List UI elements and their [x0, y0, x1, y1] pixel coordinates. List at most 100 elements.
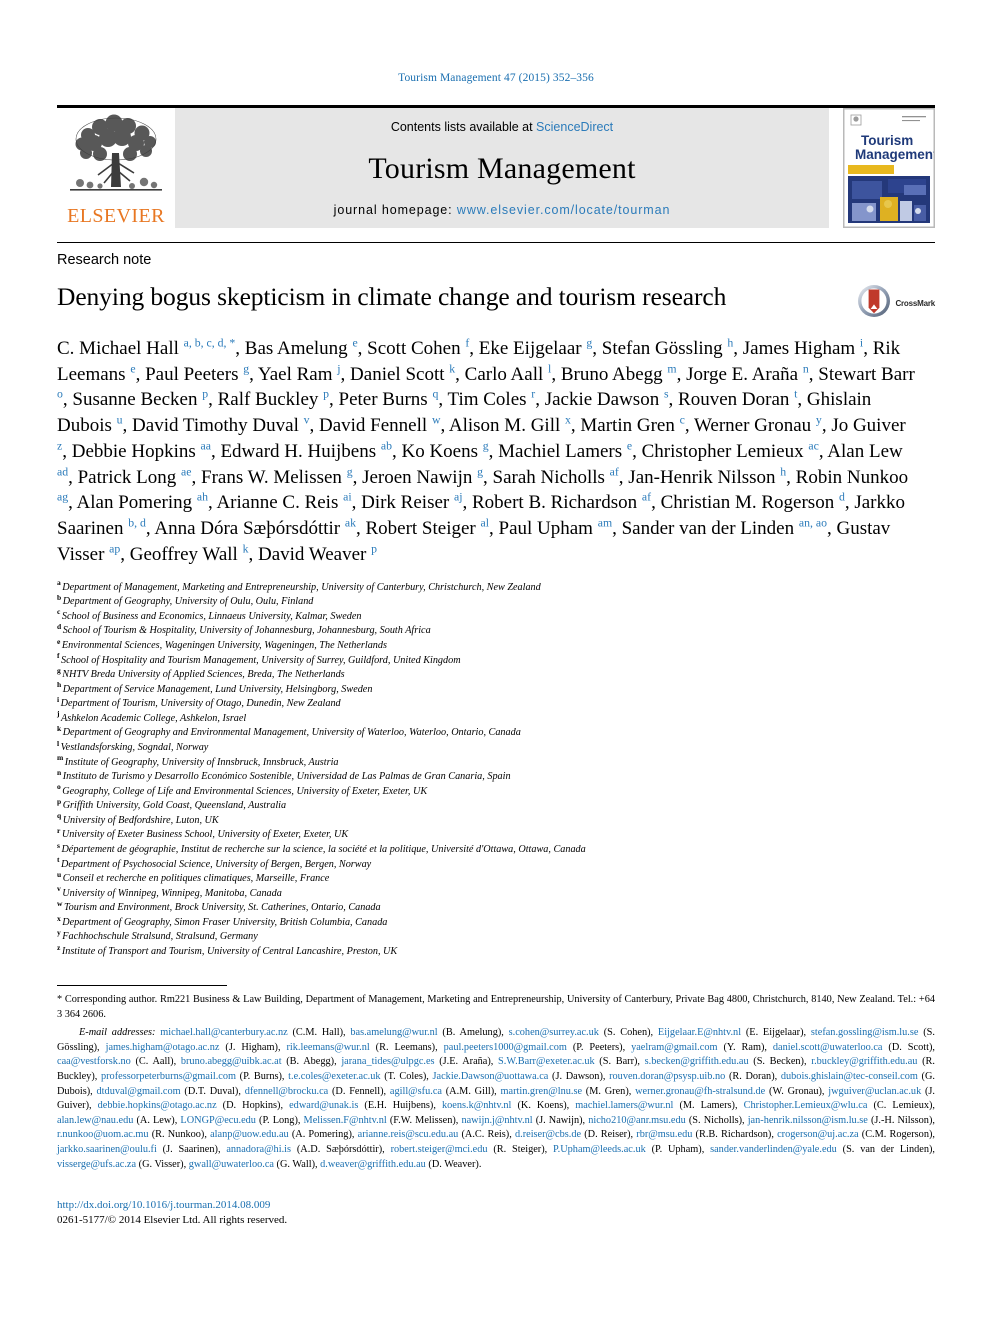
footnote-divider [57, 985, 227, 986]
affiliation-mark: m [57, 753, 64, 763]
affiliation-mark: l [57, 738, 60, 748]
svg-text:Management: Management [855, 147, 934, 162]
affiliation-item: g NHTV Breda University of Applied Scienc… [57, 665, 935, 683]
title-row: Denying bogus skepticism in climate chan… [57, 282, 935, 323]
affiliation-text: NHTV Breda University of Applied Science… [62, 669, 345, 681]
affiliation-text: Griffith University, Gold Coast, Queensl… [62, 800, 287, 812]
affiliation-text: School of Business and Economics, Linnae… [61, 610, 362, 622]
affiliation-item: j Ashkelon Academic College, Ashkelon, Is… [57, 709, 935, 727]
affiliation-list: a Department of Management, Marketing and… [57, 578, 935, 960]
journal-title: Tourism Management [368, 151, 636, 185]
affiliation-text: University of Bedfordshire, Luton, UK [62, 814, 219, 826]
affiliation-item: f School of Hospitality and Tourism Manag… [57, 652, 935, 669]
crossmark-label: CrossMark [895, 299, 935, 308]
footnote-block: * Corresponding author. Rm221 Business &… [57, 985, 935, 1228]
author-list: C. Michael Hall a, b, c, d, *, Bas Amelu… [57, 336, 915, 565]
affiliation-mark: z [57, 942, 61, 952]
affiliation-item: i Department of Tourism, University of Ot… [57, 694, 935, 712]
affiliation-item: b Department of Geography, University of … [57, 592, 935, 610]
affiliation-item: s Département de géographie, Institut de … [57, 840, 935, 858]
affiliation-text: Fachhochschule Stralsund, Stralsund, Ger… [62, 931, 258, 943]
affiliation-text: Tourism and Environment, Brock Universit… [63, 902, 381, 914]
affiliation-text: Environmental Sciences, Wageningen Unive… [61, 639, 387, 651]
affiliation-text: Geography, College of Life and Environme… [62, 785, 428, 797]
affiliation-item: q University of Bedfordshire, Luton, UK [57, 811, 935, 829]
affiliation-mark: i [57, 694, 60, 704]
page-title: Denying bogus skepticism in climate chan… [57, 282, 727, 311]
affiliation-text: Institute of Transport and Tourism, Univ… [61, 946, 398, 958]
homepage-prefix: journal homepage: [333, 203, 457, 217]
affiliation-item: v University of Winnipeg, Winnipeg, Manit… [57, 884, 935, 902]
affiliation-mark: n [57, 767, 62, 777]
affiliation-mark: k [57, 724, 62, 733]
elsevier-logo: ELSEVIER [57, 108, 175, 228]
article-type-label: Research note [57, 252, 152, 268]
affiliation-mark: u [57, 869, 62, 879]
affiliation-mark: a [57, 578, 61, 588]
affiliation-mark: j [57, 709, 60, 719]
affiliation-item: c School of Business and Economics, Linna… [57, 607, 935, 625]
journal-homepage-link[interactable]: www.elsevier.com/locate/tourman [457, 203, 670, 217]
affiliation-mark: o [57, 782, 61, 792]
affiliation-mark: h [57, 680, 62, 690]
affiliation-text: Department of Geography, University of O… [62, 596, 314, 608]
journal-article-first-page: Tourism Management 47 (2015) 352–356 ELS… [0, 0, 992, 1323]
affiliation-item: d School of Tourism & Hospitality, Univer… [57, 621, 935, 639]
affiliation-text: Department of Psychosocial Science, Univ… [61, 858, 372, 870]
affiliation-mark: s [57, 840, 60, 850]
affiliation-text: Département de géographie, Institut de r… [61, 844, 586, 856]
affiliation-item: x Department of Geography, Simon Fraser U… [57, 914, 935, 931]
affiliation-item: k Department of Geography and Environment… [57, 724, 935, 741]
affiliation-mark: b [57, 592, 62, 602]
email-addresses-note: E-mail addresses: michael.hall@canterbur… [57, 1026, 935, 1172]
affiliation-text: School of Tourism & Hospitality, Univers… [62, 625, 431, 637]
affiliation-text: Department of Geography and Environmenta… [62, 727, 521, 739]
affiliation-mark: e [57, 636, 61, 646]
journal-masthead: ELSEVIER Contents lists available at Sci… [57, 105, 935, 228]
crossmark-badge[interactable]: CrossMark [857, 284, 935, 323]
crossmark-icon [857, 284, 891, 323]
affiliation-item: r University of Exeter Business School, U… [57, 826, 935, 843]
affiliation-text: University of Exeter Business School, Un… [61, 829, 349, 841]
affiliation-item: m Institute of Geography, University of I… [57, 753, 935, 771]
affiliation-text: University of Winnipeg, Winnipeg, Manito… [62, 887, 282, 899]
affiliation-text: Vestlandsforsking, Sogndal, Norway [60, 741, 209, 753]
affiliation-text: Institute of Geography, University of In… [64, 756, 339, 768]
affiliation-mark: r [57, 826, 61, 836]
affiliation-item: h Department of Service Management, Lund … [57, 680, 935, 698]
journal-band: Contents lists available at ScienceDirec… [175, 108, 829, 228]
affiliation-mark: d [57, 621, 62, 631]
affiliation-mark: w [57, 898, 63, 908]
affiliation-mark: q [57, 811, 62, 821]
affiliation-mark: v [57, 884, 61, 894]
affiliation-item: y Fachhochschule Stralsund, Stralsund, Ge… [57, 928, 935, 945]
affiliation-item: l Vestlandsforsking, Sogndal, Norway [57, 738, 935, 756]
affiliation-item: w Tourism and Environment, Brock Universi… [57, 898, 935, 916]
affiliation-text: Department of Management, Marketing and … [62, 581, 541, 593]
affiliation-item: o Geography, College of Life and Environm… [57, 782, 935, 800]
affiliation-text: Ashkelon Academic College, Ashkelon, Isr… [61, 712, 247, 724]
email-addresses-list: michael.hall@canterbury.ac.nz (C.M. Hall… [57, 1027, 936, 1170]
copyright-line: 0261-5177/© 2014 Elsevier Ltd. All right… [57, 1214, 288, 1227]
affiliation-item: p Griffith University, Gold Coast, Queens… [57, 796, 935, 814]
sciencedirect-link[interactable]: ScienceDirect [536, 120, 613, 134]
affiliation-mark: c [57, 607, 61, 617]
elsevier-wordmark: ELSEVIER [67, 205, 165, 227]
affiliation-text: Instituto de Turismo y Desarrollo Económ… [62, 771, 511, 783]
affiliation-text: Department of Tourism, University of Ota… [60, 698, 341, 710]
journal-homepage-line: journal homepage: www.elsevier.com/locat… [334, 203, 671, 217]
running-head: Tourism Management 47 (2015) 352–356 [398, 72, 594, 84]
affiliation-mark: p [57, 796, 62, 806]
doi-link[interactable]: http://dx.doi.org/10.1016/j.tourman.2014… [57, 1198, 935, 1213]
elsevier-tree-icon [64, 113, 168, 205]
affiliation-item: e Environmental Sciences, Wageningen Univ… [57, 636, 935, 654]
affiliation-mark: g [57, 665, 61, 675]
affiliation-text: School of Hospitality and Tourism Manage… [61, 654, 461, 666]
affiliation-item: z Institute of Transport and Tourism, Uni… [57, 942, 935, 960]
contents-lists-line: Contents lists available at ScienceDirec… [391, 120, 613, 134]
affiliation-text: Department of Geography, Simon Fraser Un… [62, 916, 388, 928]
contents-prefix: Contents lists available at [390, 120, 537, 134]
affiliation-text: Conseil et recherche en politiques clima… [62, 873, 330, 885]
affiliation-mark: t [57, 855, 60, 865]
affiliation-mark: y [57, 928, 61, 938]
